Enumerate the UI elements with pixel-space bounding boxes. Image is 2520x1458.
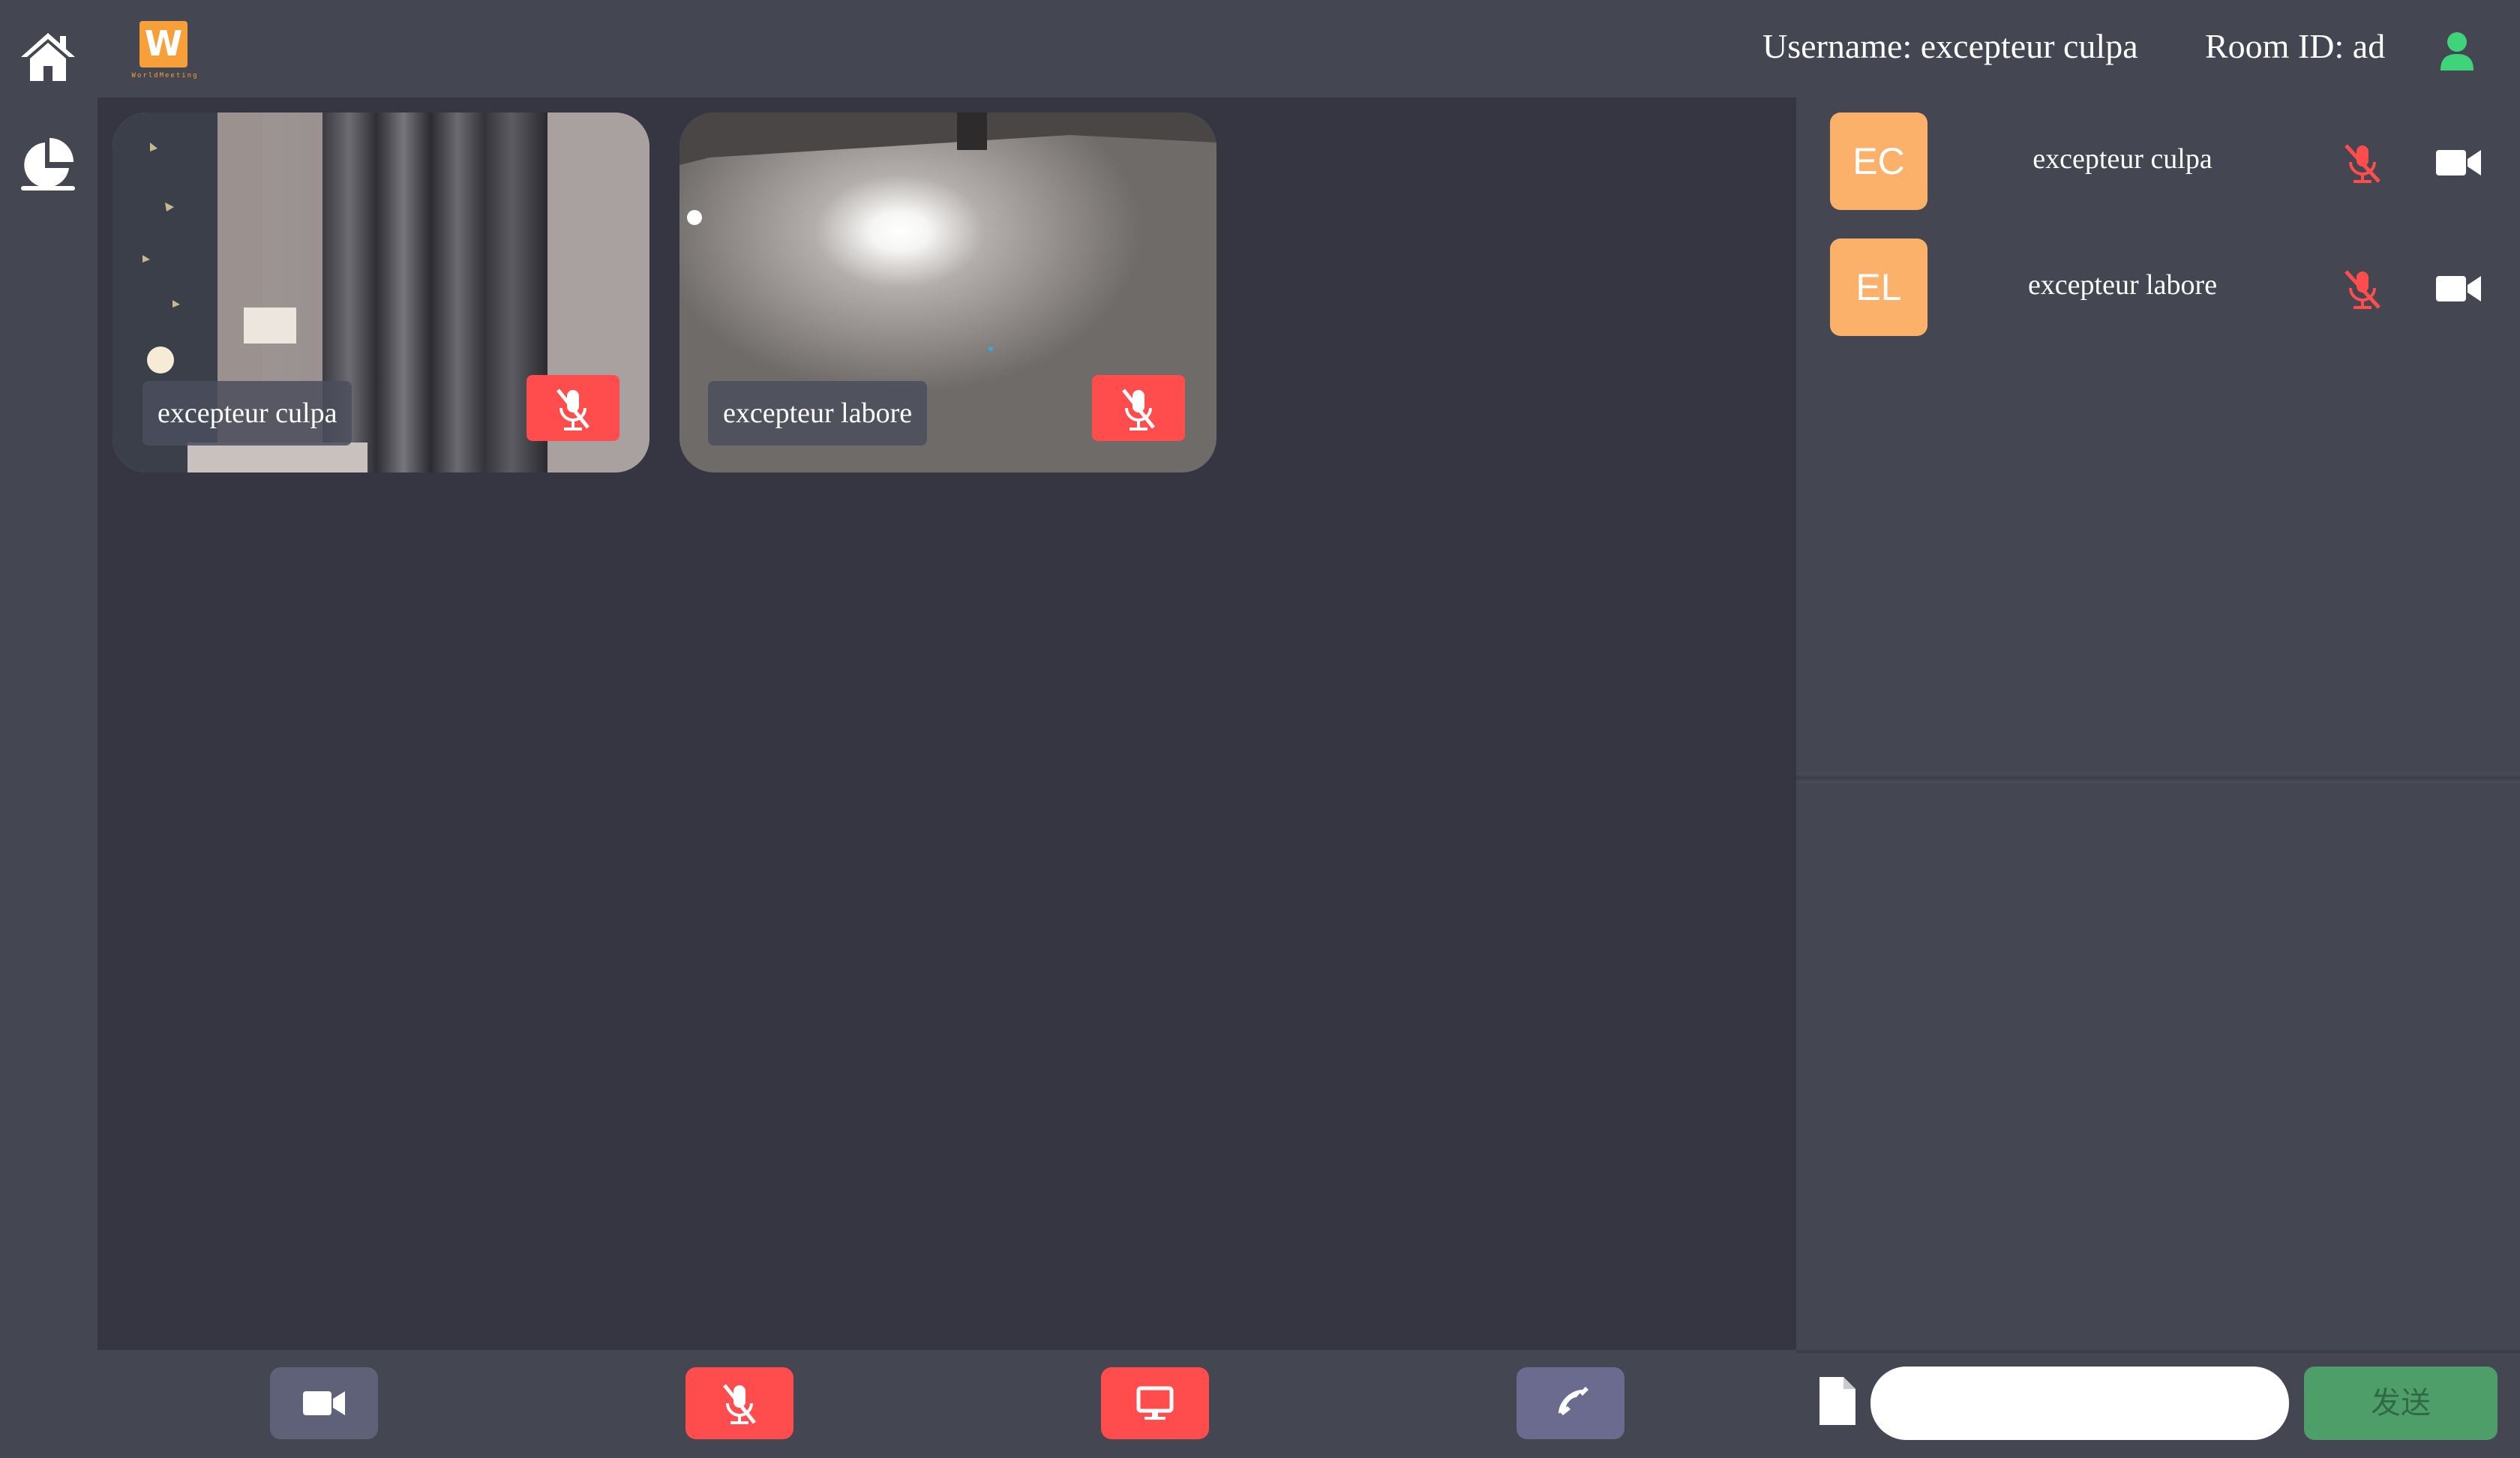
video-camera-icon[interactable]	[2434, 144, 2482, 180]
pie-chart-icon[interactable]	[20, 136, 76, 194]
mic-muted-icon	[556, 388, 590, 430]
participant-row[interactable]: EC excepteur culpa	[1830, 112, 2490, 210]
participant-name: excepteur culpa	[2032, 143, 2212, 175]
file-attach-icon[interactable]	[1818, 1376, 1857, 1426]
video-camera-icon	[303, 1391, 345, 1415]
screen-share-button[interactable]	[1101, 1367, 1209, 1439]
mic-muted-icon[interactable]	[2340, 266, 2385, 310]
app-logo[interactable]: W	[140, 21, 188, 68]
video-tile[interactable]: excepteur culpa	[112, 112, 650, 472]
home-icon[interactable]	[20, 30, 76, 82]
video-tile-name: excepteur culpa	[142, 381, 352, 446]
video-tile-name: excepteur labore	[708, 381, 928, 446]
room-id-label: Room ID: ad	[2205, 27, 2386, 65]
left-rail	[0, 0, 98, 1458]
participant-name: excepteur labore	[2027, 269, 2218, 301]
avatar: EC	[1830, 112, 1928, 210]
panel-divider[interactable]	[1796, 772, 2520, 783]
top-bar	[98, 0, 2520, 98]
user-icon[interactable]	[2439, 32, 2475, 72]
mic-muted-icon[interactable]	[2340, 140, 2385, 184]
tile-mic-toggle[interactable]	[526, 375, 620, 441]
avatar: EL	[1830, 238, 1928, 336]
phone-icon	[1558, 1387, 1588, 1415]
app-logo-subtitle: WorldMeeting	[131, 72, 199, 80]
tile-mic-toggle[interactable]	[1092, 375, 1185, 441]
video-tile[interactable]: excepteur labore	[680, 112, 1216, 472]
send-button[interactable]: 发送	[2304, 1366, 2498, 1440]
video-camera-icon[interactable]	[2434, 270, 2482, 306]
chat-input[interactable]	[1870, 1366, 2289, 1440]
participant-row[interactable]: EL excepteur labore	[1830, 238, 2490, 336]
mic-toggle-button[interactable]	[686, 1367, 794, 1439]
mic-muted-icon	[723, 1384, 756, 1424]
camera-toggle-button[interactable]	[270, 1367, 378, 1439]
hang-up-button[interactable]	[1516, 1367, 1624, 1439]
username-label: Username: excepteur culpa	[1762, 27, 2138, 65]
mic-muted-icon	[1122, 388, 1155, 430]
monitor-icon	[1136, 1386, 1174, 1420]
